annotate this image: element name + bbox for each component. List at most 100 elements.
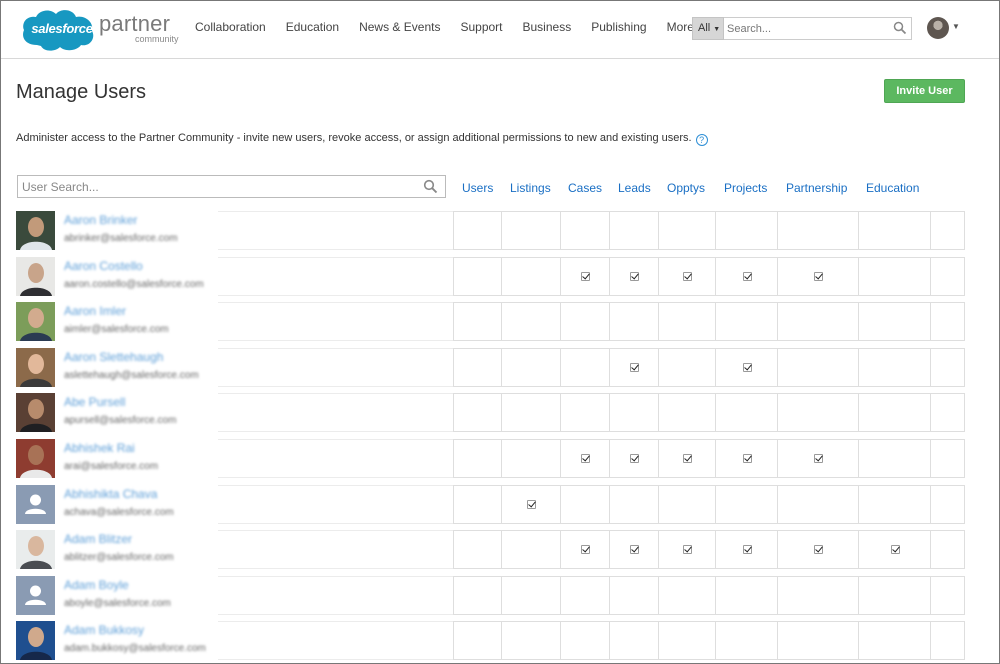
permission-cell bbox=[453, 302, 502, 341]
permission-cell bbox=[858, 348, 931, 387]
permission-cell bbox=[501, 576, 561, 615]
permission-checkbox[interactable] bbox=[630, 272, 639, 281]
global-search bbox=[724, 17, 912, 40]
permission-cell bbox=[453, 393, 502, 432]
column-header-cases[interactable]: Cases bbox=[568, 181, 602, 195]
column-header-listings[interactable]: Listings bbox=[510, 181, 551, 195]
nav-item-news-events[interactable]: News & Events bbox=[359, 20, 440, 34]
permission-cell bbox=[501, 257, 561, 296]
permission-checkbox[interactable] bbox=[581, 545, 590, 554]
main-nav: Collaboration Education News & Events Su… bbox=[195, 20, 726, 34]
permission-cell bbox=[560, 485, 610, 524]
permission-checkbox[interactable] bbox=[814, 272, 823, 281]
chevron-down-icon[interactable]: ▼ bbox=[952, 22, 960, 31]
permission-checkbox[interactable] bbox=[581, 454, 590, 463]
search-icon[interactable] bbox=[423, 179, 438, 194]
permission-checkbox[interactable] bbox=[683, 454, 692, 463]
permission-cell bbox=[715, 211, 778, 250]
user-name-link[interactable]: Aaron Slettehaugh bbox=[64, 350, 163, 364]
global-search-input[interactable] bbox=[724, 18, 884, 39]
user-name-link[interactable]: Aaron Costello bbox=[64, 259, 143, 273]
permission-checkbox[interactable] bbox=[890, 545, 900, 554]
user-search-input[interactable] bbox=[18, 176, 418, 197]
permission-cell bbox=[501, 621, 561, 660]
nav-item-support[interactable]: Support bbox=[460, 20, 502, 34]
permission-cell bbox=[453, 439, 502, 478]
permission-checkbox[interactable] bbox=[742, 454, 752, 463]
user-name-link[interactable]: Adam Boyle bbox=[64, 578, 129, 592]
user-photo[interactable] bbox=[16, 621, 55, 660]
nav-item-business[interactable]: Business bbox=[523, 20, 572, 34]
column-header-education[interactable]: Education bbox=[866, 181, 919, 195]
permission-cell bbox=[609, 439, 659, 478]
permission-cell bbox=[453, 576, 502, 615]
permission-checkbox[interactable] bbox=[742, 545, 752, 554]
user-photo[interactable] bbox=[16, 302, 55, 341]
help-icon[interactable]: ? bbox=[695, 134, 708, 146]
permission-cell bbox=[658, 485, 716, 524]
user-name-link[interactable]: Abhishek Rai bbox=[64, 441, 135, 455]
permission-cell bbox=[609, 302, 659, 341]
user-name-link[interactable]: Abe Pursell bbox=[64, 395, 125, 409]
permission-cell bbox=[777, 485, 859, 524]
user-avatar[interactable] bbox=[927, 17, 949, 39]
permission-cell bbox=[453, 621, 502, 660]
permission-checkbox[interactable] bbox=[630, 454, 639, 463]
permission-cell bbox=[777, 302, 859, 341]
column-header-users[interactable]: Users bbox=[462, 181, 493, 195]
user-name-link[interactable]: Aaron Brinker bbox=[64, 213, 137, 227]
permission-cell bbox=[560, 439, 610, 478]
permission-checkbox[interactable] bbox=[683, 272, 692, 281]
permission-cell bbox=[501, 439, 561, 478]
search-icon[interactable] bbox=[893, 21, 907, 35]
permission-cell bbox=[658, 302, 716, 341]
permission-cell bbox=[609, 348, 659, 387]
permission-cell bbox=[609, 393, 659, 432]
user-photo[interactable] bbox=[16, 211, 55, 250]
user-photo[interactable] bbox=[16, 530, 55, 569]
permission-cell bbox=[858, 211, 931, 250]
user-photo[interactable] bbox=[16, 439, 55, 478]
salesforce-partner-logo[interactable]: salesforce partner community bbox=[19, 7, 179, 53]
permission-checkbox[interactable] bbox=[742, 363, 752, 372]
row-divider bbox=[218, 439, 454, 478]
user-photo[interactable] bbox=[16, 348, 55, 387]
column-header-leads[interactable]: Leads bbox=[618, 181, 651, 195]
nav-item-publishing[interactable]: Publishing bbox=[591, 20, 646, 34]
row-divider bbox=[218, 211, 454, 250]
user-photo[interactable] bbox=[16, 485, 55, 524]
user-name-link[interactable]: Adam Bukkosy bbox=[64, 623, 144, 637]
permission-cell bbox=[858, 393, 931, 432]
permission-checkbox[interactable] bbox=[814, 454, 823, 463]
permission-checkbox[interactable] bbox=[683, 545, 692, 554]
column-header-partnership[interactable]: Partnership bbox=[786, 181, 847, 195]
user-name-link[interactable]: Adam Blitzer bbox=[64, 532, 132, 546]
permission-cell bbox=[658, 530, 716, 569]
permission-cell bbox=[658, 348, 716, 387]
permission-checkbox[interactable] bbox=[527, 500, 536, 509]
user-photo[interactable] bbox=[16, 257, 55, 296]
nav-item-collaboration[interactable]: Collaboration bbox=[195, 20, 266, 34]
permission-checkbox[interactable] bbox=[630, 545, 639, 554]
permission-cell bbox=[501, 302, 561, 341]
permission-checkbox[interactable] bbox=[742, 272, 752, 281]
user-name-link[interactable]: Aaron Imler bbox=[64, 304, 126, 318]
permission-cell bbox=[453, 530, 502, 569]
column-header-projects[interactable]: Projects bbox=[724, 181, 767, 195]
column-header-opptys[interactable]: Opptys bbox=[667, 181, 705, 195]
user-photo[interactable] bbox=[16, 576, 55, 615]
permission-cell bbox=[858, 576, 931, 615]
permission-cell bbox=[777, 348, 859, 387]
user-photo[interactable] bbox=[16, 393, 55, 432]
permission-checkbox[interactable] bbox=[581, 272, 590, 281]
permission-cell bbox=[858, 302, 931, 341]
nav-more-label: More bbox=[666, 20, 694, 34]
nav-item-education[interactable]: Education bbox=[286, 20, 339, 34]
user-name-link[interactable]: Abhishikta Chava bbox=[64, 487, 157, 501]
search-scope-dropdown[interactable]: All ▼ bbox=[692, 17, 724, 40]
permission-checkbox[interactable] bbox=[630, 363, 639, 372]
permission-cell bbox=[930, 485, 965, 524]
permission-cell bbox=[715, 621, 778, 660]
permission-checkbox[interactable] bbox=[814, 545, 823, 554]
invite-user-button[interactable]: Invite User bbox=[884, 79, 965, 103]
